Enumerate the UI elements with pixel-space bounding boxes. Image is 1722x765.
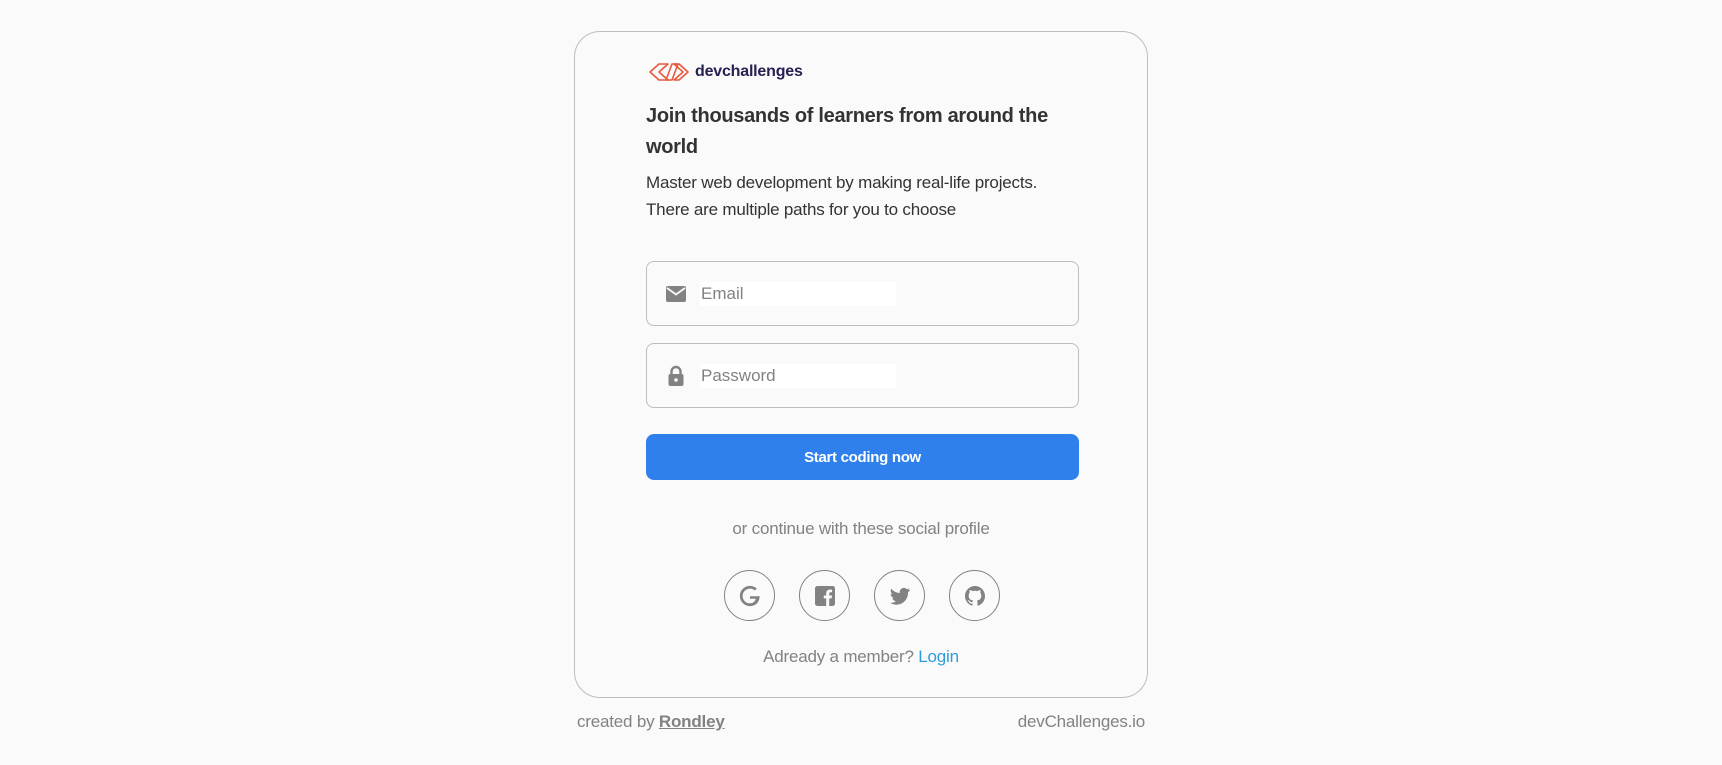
author-link[interactable]: Rondley [659, 712, 725, 731]
brand[interactable]: devchallenges [646, 59, 803, 85]
social-prompt: or continue with these social profile [732, 519, 990, 538]
github-icon [964, 585, 985, 606]
twitter-icon [889, 587, 910, 605]
member-text: Adready a member? [763, 647, 914, 666]
page-title: Join thousands of learners from around t… [646, 105, 1048, 158]
footer-credit: created by Rondley [577, 712, 725, 732]
mail-icon [665, 283, 687, 305]
google-login-button[interactable] [724, 570, 775, 621]
devchallenges-logo-icon [649, 63, 689, 81]
member-prompt: Adready a member? Login [575, 647, 1147, 667]
email-input[interactable] [700, 281, 896, 306]
facebook-icon [814, 585, 835, 606]
brand-name: devchallenges [695, 63, 803, 80]
created-by-text: created by [577, 712, 655, 731]
email-field[interactable] [646, 261, 1079, 326]
password-input[interactable] [700, 363, 896, 388]
facebook-login-button[interactable] [799, 570, 850, 621]
google-icon [739, 585, 760, 606]
lock-icon [665, 365, 687, 387]
twitter-login-button[interactable] [874, 570, 925, 621]
social-buttons [724, 570, 1000, 621]
login-link[interactable]: Login [918, 647, 959, 666]
footer-site: devChallenges.io [1017, 712, 1145, 731]
start-coding-button[interactable]: Start coding now [646, 434, 1079, 480]
password-field[interactable] [646, 343, 1079, 408]
github-login-button[interactable] [949, 570, 1000, 621]
page-subtitle: Master web development by making real-li… [646, 173, 1038, 219]
auth-card: devchallenges Join thousands of learners… [574, 31, 1148, 698]
